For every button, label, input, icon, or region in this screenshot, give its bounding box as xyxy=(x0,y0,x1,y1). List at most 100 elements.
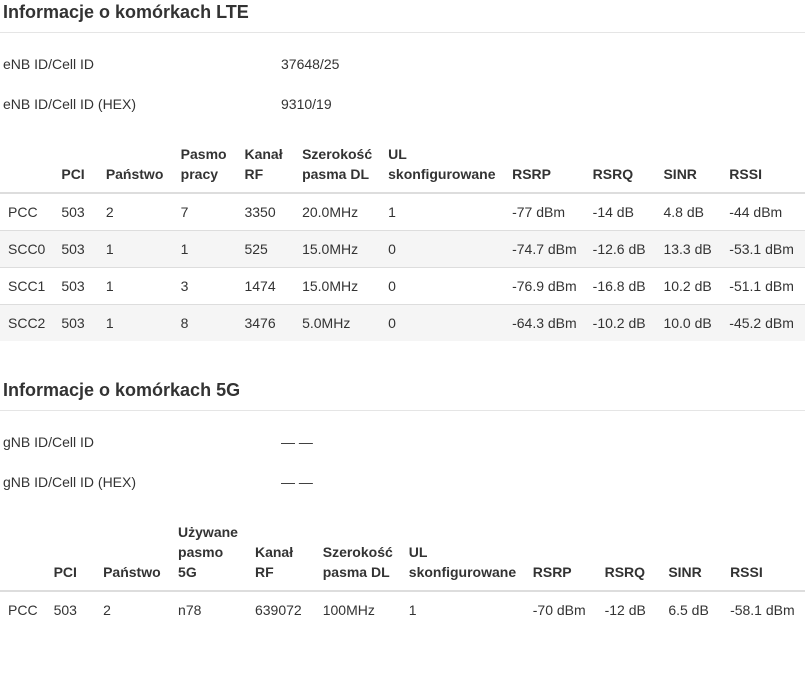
lte-enb-cell-id-hex-row: eNB ID/Cell ID (HEX) 9310/19 xyxy=(0,84,805,124)
table-cell: 4.8 dB xyxy=(663,204,704,220)
nr-col-header-2: Państwo xyxy=(95,522,171,592)
table-cell: -70 dBm xyxy=(532,602,586,618)
nr-col-header-5: Szerokość pasma DL xyxy=(314,522,401,592)
nr-col-header-0 xyxy=(0,522,46,592)
table-cell: -76.9 dBm xyxy=(504,267,585,305)
table-cell: 503 xyxy=(53,304,98,341)
table-cell: -64.3 dBm xyxy=(504,304,585,341)
table-cell: PCC xyxy=(8,204,38,220)
table-row: PCC 503 2 7 3350 20.0MHz 1 -77 dBm -14 dB 4.8 dB -… xyxy=(0,193,805,231)
table-cell: -45.2 dBm xyxy=(721,304,805,341)
nr-col-header-1: PCI xyxy=(45,522,96,592)
lte-section: Informacje o komórkach LTE eNB ID/Cell I… xyxy=(0,0,805,378)
table-cell: 7 xyxy=(180,204,189,220)
nr-cells-table: PCI Państwo Używane pasmo 5G Kanał RF Szerok… xyxy=(0,522,805,628)
table-row: SCC0 503 1 1 525 15.0MHz 0 -74.7 dBm -12.6 dB 13.… xyxy=(0,230,805,268)
table-cell: -14 dB xyxy=(592,204,634,220)
table-cell: n78 xyxy=(178,602,202,618)
nr-table-header-row: PCI Państwo Używane pasmo 5G Kanał RF Szerok… xyxy=(0,522,805,592)
lte-col-header-7: RSRP xyxy=(504,144,585,194)
table-cell: 503 xyxy=(61,204,85,220)
lte-col-header-1: PCI xyxy=(53,144,98,194)
lte-col-header-8: RSRQ xyxy=(584,144,656,194)
table-cell: 0 xyxy=(380,267,505,305)
gnb-cell-id-hex-value: — — xyxy=(281,474,313,490)
table-cell: -58.1 dBm xyxy=(730,602,795,618)
lte-col-header-0 xyxy=(0,144,54,194)
lte-enb-cell-id-row: eNB ID/Cell ID 37648/25 xyxy=(0,44,805,84)
table-cell: SCC1 xyxy=(0,267,54,305)
nr-col-header-7: RSRP xyxy=(524,522,597,592)
lte-col-header-9: SINR xyxy=(655,144,722,194)
table-cell: SCC2 xyxy=(0,304,54,341)
nr-col-header-4: Kanał RF xyxy=(246,522,315,592)
table-cell: 100MHz xyxy=(322,602,375,618)
enb-cell-id-value: 37648/25 xyxy=(281,56,340,72)
table-cell: 10.2 dB xyxy=(655,267,722,305)
nr-section-title: Informacje o komórkach 5G xyxy=(3,380,241,400)
gnb-cell-id-value: — — xyxy=(281,434,313,450)
table-cell: -12 dB xyxy=(604,602,646,618)
table-cell: 1 xyxy=(388,204,396,220)
nr-col-header-10: RSSI xyxy=(722,522,805,592)
table-cell: SCC0 xyxy=(0,230,54,268)
table-cell: 15.0MHz xyxy=(294,267,381,305)
table-row: SCC1 503 1 3 1474 15.0MHz 0 -76.9 dBm -16.8 dB 10… xyxy=(0,267,805,305)
table-cell: -53.1 dBm xyxy=(721,230,805,268)
lte-col-header-3: Pasmo pracy xyxy=(172,144,237,194)
table-cell: 20.0MHz xyxy=(302,204,359,220)
table-cell: 2 xyxy=(105,204,114,220)
table-cell: 13.3 dB xyxy=(655,230,722,268)
table-cell: 0 xyxy=(380,230,505,268)
table-cell: 15.0MHz xyxy=(294,230,381,268)
table-row: SCC2 503 1 8 3476 5.0MHz 0 -64.3 dBm -10.2 dB 10.… xyxy=(0,304,805,341)
gnb-cell-id-label: gNB ID/Cell ID xyxy=(3,434,95,450)
table-row: PCC 503 2 n78 639072 100MHz 1 -70 dBm -12 dB 6.5 … xyxy=(0,591,805,628)
table-cell: 503 xyxy=(53,230,98,268)
enb-cell-id-label: eNB ID/Cell ID xyxy=(3,56,95,72)
table-cell: 6.5 dB xyxy=(668,602,709,618)
lte-section-title: Informacje o komórkach LTE xyxy=(3,2,249,22)
table-cell: 5.0MHz xyxy=(294,304,381,341)
table-cell: 8 xyxy=(172,304,237,341)
table-cell: -74.7 dBm xyxy=(504,230,585,268)
nr-gnb-cell-id-row: gNB ID/Cell ID — — xyxy=(0,422,805,462)
table-cell: 10.0 dB xyxy=(655,304,722,341)
table-cell: 0 xyxy=(380,304,505,341)
table-cell: -10.2 dB xyxy=(584,304,656,341)
table-cell: 525 xyxy=(236,230,295,268)
lte-col-header-4: Kanał RF xyxy=(236,144,295,194)
table-cell: -44 dBm xyxy=(729,204,783,220)
enb-cell-id-hex-value: 9310/19 xyxy=(281,96,332,112)
table-cell: 1 xyxy=(97,304,173,341)
table-cell: 1 xyxy=(97,267,173,305)
table-cell: 1 xyxy=(97,230,173,268)
nr-col-header-3: Używane pasmo 5G xyxy=(170,522,247,592)
table-cell: 503 xyxy=(53,267,98,305)
table-cell: PCC xyxy=(8,602,38,618)
lte-cells-table: PCI Państwo Pasmo pracy Kanał RF Szerokość p… xyxy=(0,144,805,341)
table-cell: -77 dBm xyxy=(512,204,565,220)
nr-col-header-8: RSRQ xyxy=(596,522,661,592)
enb-cell-id-hex-label: eNB ID/Cell ID (HEX) xyxy=(3,96,137,112)
table-cell: 2 xyxy=(103,602,111,618)
nr-col-header-6: UL skonfigurowane xyxy=(400,522,525,592)
lte-col-header-6: UL skonfigurowane xyxy=(380,144,505,194)
table-cell: 1 xyxy=(408,602,417,618)
nr-col-header-9: SINR xyxy=(660,522,723,592)
nr-gnb-cell-id-hex-row: gNB ID/Cell ID (HEX) — — xyxy=(0,462,805,502)
lte-col-header-2: Państwo xyxy=(97,144,173,194)
lte-table-header-row: PCI Państwo Pasmo pracy Kanał RF Szerokość p… xyxy=(0,144,805,194)
lte-col-header-10: RSSI xyxy=(721,144,805,194)
table-cell: 3476 xyxy=(236,304,295,341)
table-cell: 1 xyxy=(172,230,237,268)
table-cell: 3 xyxy=(172,267,237,305)
lte-col-header-5: Szerokość pasma DL xyxy=(294,144,381,194)
table-cell: -51.1 dBm xyxy=(721,267,805,305)
gnb-cell-id-hex-label: gNB ID/Cell ID (HEX) xyxy=(3,474,137,490)
table-cell: 3350 xyxy=(244,204,276,220)
table-cell: -16.8 dB xyxy=(584,267,656,305)
nr-section: Informacje o komórkach 5G gNB ID/Cell ID… xyxy=(0,378,805,628)
table-cell: 1474 xyxy=(236,267,295,305)
table-cell: 639072 xyxy=(254,602,302,618)
